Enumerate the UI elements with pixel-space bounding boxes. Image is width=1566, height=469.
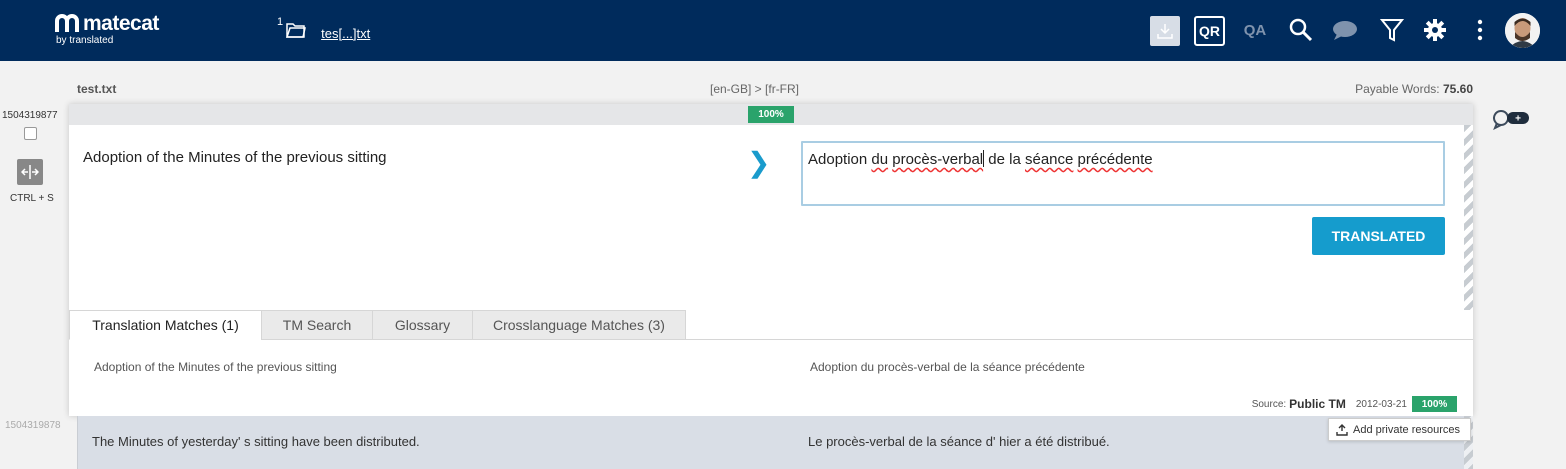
tab-tm-search[interactable]: TM Search: [261, 310, 373, 340]
language-pair: [en-GB] > [fr-FR]: [710, 82, 800, 96]
download-button[interactable]: [1150, 16, 1180, 46]
more-vertical-icon: [1477, 19, 1483, 41]
user-avatar[interactable]: [1505, 13, 1540, 48]
match-date: 2012-03-21: [1355, 398, 1407, 410]
file-name-link[interactable]: tes[...]txt: [321, 26, 370, 41]
upload-icon: [1336, 423, 1348, 436]
project-files[interactable]: 1 tes[...]txt: [277, 16, 370, 41]
segment-status-bar: [1464, 125, 1473, 310]
next-segment-source: The Minutes of yesterday' s sitting have…: [92, 434, 420, 449]
match-source-text[interactable]: Adoption of the Minutes of the previous …: [94, 360, 337, 374]
tab-crosslanguage-matches[interactable]: Crosslanguage Matches (3): [472, 310, 686, 340]
brand-byline: by translated: [56, 35, 114, 46]
search-icon: [1289, 18, 1313, 42]
download-icon: [1157, 24, 1173, 39]
avatar-icon: [1505, 13, 1540, 48]
next-segment[interactable]: The Minutes of yesterday' s sitting have…: [77, 416, 1473, 469]
segment-target-editor[interactable]: Adoption du procès-verbal de la séance p…: [801, 141, 1445, 206]
payable-words: Payable Words: 75.60: [1355, 82, 1473, 96]
active-segment: 100% Adoption of the Minutes of the prev…: [69, 104, 1473, 416]
match-percent: 100%: [1412, 396, 1457, 412]
tab-translation-matches[interactable]: Translation Matches (1): [69, 310, 262, 340]
chevron-right-icon[interactable]: ❯: [747, 146, 770, 179]
add-private-resources-label: Add private resources: [1353, 423, 1460, 436]
payable-value: 75.60: [1442, 82, 1473, 96]
add-comment-icon[interactable]: +: [1493, 108, 1531, 130]
translated-button[interactable]: TRANSLATED: [1312, 217, 1445, 255]
add-private-resources-button[interactable]: Add private resources: [1328, 418, 1471, 441]
comment-icon: [1333, 21, 1357, 40]
filter-icon: [1380, 19, 1404, 42]
next-segment-id: 1504319878: [5, 420, 61, 431]
top-navbar: matecat by translated 1 tes[...]txt QR Q…: [0, 0, 1566, 61]
tab-glossary[interactable]: Glossary: [372, 310, 473, 340]
payable-label: Payable Words:: [1355, 82, 1440, 96]
segment-tabs: Translation Matches (1) TM Search Glossa…: [69, 310, 1473, 340]
search-button[interactable]: [1287, 14, 1315, 46]
split-segment-button[interactable]: [17, 159, 43, 185]
match-target-text[interactable]: Adoption du procès-verbal de la séance p…: [810, 360, 1085, 374]
matecat-logo-icon: [55, 14, 79, 32]
more-menu-button[interactable]: [1470, 14, 1490, 46]
segment-source-text: Adoption of the Minutes of the previous …: [83, 149, 387, 166]
file-header: test.txt [en-GB] > [fr-FR] Payable Words…: [77, 78, 1473, 100]
segment-checkbox[interactable]: [24, 127, 37, 140]
match-source-label: Source:: [1251, 398, 1287, 410]
file-title: test.txt: [77, 82, 117, 96]
match-source-value: Public TM: [1289, 397, 1346, 411]
comments-button[interactable]: [1330, 14, 1360, 46]
gear-icon: [1424, 19, 1446, 41]
qr-button[interactable]: QR: [1194, 16, 1225, 46]
settings-button[interactable]: [1421, 14, 1449, 46]
match-percent-badge: 100%: [748, 106, 794, 123]
match-metadata: Source: Public TM 2012-03-21 100%: [1252, 396, 1457, 412]
segment-id: 1504319877: [2, 110, 58, 121]
file-count: 1: [277, 16, 284, 28]
folder-icon: [286, 23, 307, 38]
qa-button[interactable]: QA: [1240, 14, 1270, 46]
split-arrows-icon: [21, 165, 39, 179]
brand-name: matecat: [83, 12, 159, 35]
matecat-logo[interactable]: matecat by translated: [55, 13, 159, 46]
shortcut-hint: CTRL + S: [10, 193, 54, 204]
next-segment-target: Le procès-verbal de la séance d' hier a …: [808, 434, 1110, 449]
filter-button[interactable]: [1378, 14, 1406, 46]
comment-plus: +: [1515, 114, 1521, 125]
